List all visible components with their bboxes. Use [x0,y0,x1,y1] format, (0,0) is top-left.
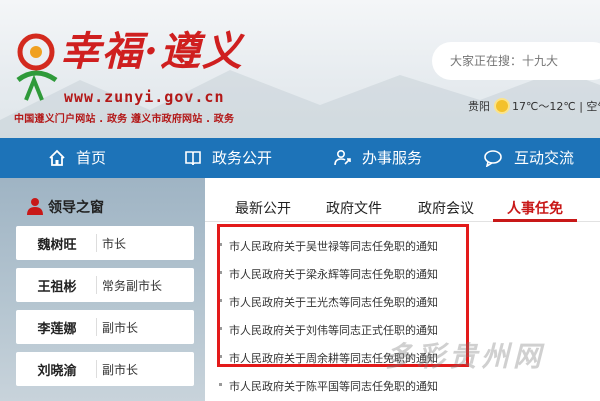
weather-temperature: 17℃～12℃ [512,100,576,113]
service-icon [334,149,351,166]
leader-item[interactable]: 魏树旺 市长 [16,226,194,260]
leader-role: 常务副市长 [102,279,163,293]
nav-item-home[interactable]: 首页 [48,138,106,178]
leader-name: 李莲娜 [37,322,77,337]
site-url: www.zunyi.gov.cn [64,88,225,106]
chat-icon [484,150,502,168]
tab-gov-meetings[interactable]: 政府会议 [418,198,474,218]
nav-label-gov-affairs: 政务公开 [212,149,273,167]
person-icon [27,198,43,215]
tab-gov-documents[interactable]: 政府文件 [326,198,382,218]
leader-role: 副市长 [102,321,139,335]
sun-icon [496,100,508,112]
leader-name: 魏树旺 [37,238,77,253]
leader-role: 副市长 [102,363,139,377]
site-title: 幸福·遵义 [60,28,244,75]
leader-name: 王祖彬 [37,280,77,295]
tab-latest[interactable]: 最新公开 [235,198,291,218]
home-icon [49,149,65,166]
leaders-header: 领导之窗 [0,188,205,224]
divider [96,276,97,294]
site-subtitle: 中国遵义门户网站 . 政务 遵义市政府网站 . 政务 [14,114,235,125]
nav-item-interaction[interactable]: 互动交流 [484,138,574,178]
book-icon [185,151,201,166]
site-header: 幸福·遵义 www.zunyi.gov.cn 中国遵义门户网站 . 政务 遵义市… [0,0,600,138]
nav-item-gov-affairs[interactable]: 政务公开 [184,138,272,178]
weather-widget: 贵阳17℃～12℃ | 空气 [468,98,600,114]
divider [96,360,97,378]
nav-label-interaction: 互动交流 [514,149,575,167]
nav-label-services: 办事服务 [362,149,423,167]
leader-item[interactable]: 刘晓渝 副市长 [16,352,194,386]
tab-personnel[interactable]: 人事任免 [507,198,563,218]
leader-item[interactable]: 李莲娜 副市长 [16,310,194,344]
nav-item-services[interactable]: 办事服务 [334,138,422,178]
search-input[interactable] [432,42,600,80]
weather-air: 空气 [586,100,600,113]
main-nav: 首页 政务公开 办事服务 互动交流 [0,138,600,178]
divider [96,234,97,252]
news-item[interactable]: 市人民政府关于陈平国等同志任免职的通知 [219,378,438,394]
leaders-title: 领导之窗 [48,200,104,216]
weather-city: 贵阳 [468,100,490,113]
active-tab-indicator [493,219,577,222]
divider [96,318,97,336]
watermark: 多彩贵州网 [385,340,546,373]
leader-role: 市长 [102,237,127,251]
nav-label-home: 首页 [76,149,107,167]
leader-item[interactable]: 王祖彬 常务副市长 [16,268,194,302]
leader-name: 刘晓渝 [37,364,77,379]
leaders-panel: 领导之窗 魏树旺 市长 王祖彬 常务副市长 李莲娜 副市长 刘晓渝 副市长 [0,178,205,401]
